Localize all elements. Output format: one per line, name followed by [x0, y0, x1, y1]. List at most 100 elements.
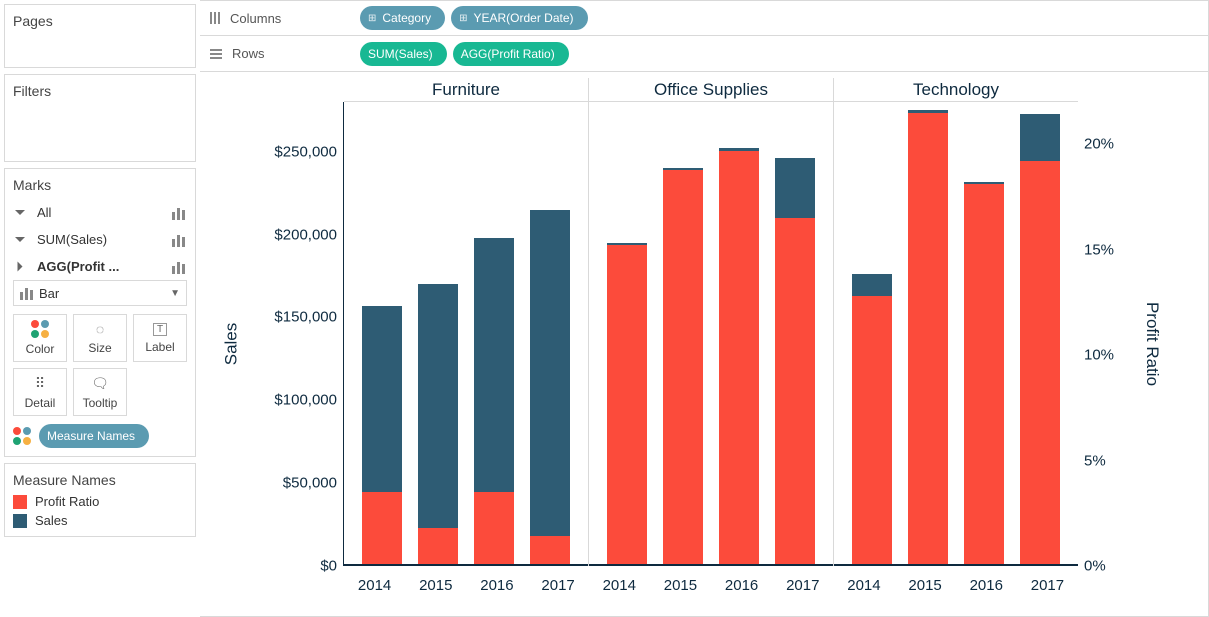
bar[interactable]: [362, 306, 401, 566]
marks-sumsales-row[interactable]: SUM(Sales): [13, 226, 187, 253]
bar[interactable]: [418, 284, 457, 566]
legend-swatch-red: [13, 495, 27, 509]
filters-shelf[interactable]: Filters: [4, 74, 196, 162]
marks-title: Marks: [13, 177, 187, 193]
marks-aggprofit-row[interactable]: AGG(Profit ...: [13, 253, 187, 280]
viz: Sales Profit Ratio FurnitureOffice Suppl…: [204, 78, 1198, 610]
y-right-tick: 15%: [1084, 241, 1114, 258]
pill-label: AGG(Profit Ratio): [461, 47, 555, 61]
chart-panel: [344, 102, 589, 566]
pages-shelf[interactable]: Pages: [4, 4, 196, 68]
color-cell[interactable]: Color: [13, 314, 67, 362]
rows-label: Rows: [232, 46, 265, 61]
pill-label: SUM(Sales): [368, 47, 433, 61]
bar-slot: [844, 102, 900, 566]
bar-icon: [172, 233, 185, 247]
bar-segment-sales: [775, 158, 814, 218]
marks-sumsales-label: SUM(Sales): [37, 232, 107, 247]
pill-year-orderdate[interactable]: ⊞ YEAR(Order Date): [451, 6, 587, 30]
x-tick-label: 2016: [466, 577, 527, 594]
legend-profit-row[interactable]: Profit Ratio: [13, 494, 187, 509]
bar-slot: [466, 102, 522, 566]
category-header[interactable]: Furniture: [344, 78, 589, 101]
tooltip-cell[interactable]: 🗨 Tooltip: [73, 368, 127, 416]
y-left-tick: $0: [320, 558, 337, 575]
y-axis-right[interactable]: 0%5%10%15%20%: [1078, 102, 1150, 566]
x-tick-label: 2015: [650, 577, 711, 594]
bar[interactable]: [530, 210, 569, 566]
bar-slot: [599, 102, 655, 566]
bar[interactable]: [852, 274, 891, 566]
columns-icon: [210, 12, 220, 24]
marks-aggprofit-label: AGG(Profit ...: [37, 259, 119, 274]
y-axis-left[interactable]: $0$50,000$100,000$150,000$200,000$250,00…: [240, 102, 344, 566]
tooltip-icon: 🗨: [91, 375, 109, 392]
x-tick-label: 2015: [895, 577, 956, 594]
bar-segment-sales: [362, 306, 401, 492]
y-left-tick: $100,000: [274, 392, 337, 409]
bar[interactable]: [1020, 114, 1059, 566]
bar-slot: [711, 102, 767, 566]
marks-all-label: All: [37, 205, 51, 220]
bar-segment-profit-ratio: [418, 528, 457, 566]
label-icon: T: [153, 323, 167, 336]
measure-names-pill[interactable]: Measure Names: [39, 424, 149, 448]
color-legend: Measure Names Profit Ratio Sales: [4, 463, 196, 537]
pill-label: YEAR(Order Date): [473, 11, 573, 25]
y-axis-left-title[interactable]: Sales: [221, 323, 241, 366]
x-tick-label: 2016: [956, 577, 1017, 594]
pill-sum-sales[interactable]: SUM(Sales): [360, 42, 447, 66]
y-right-tick: 10%: [1084, 347, 1114, 364]
bar[interactable]: [663, 168, 702, 566]
tableau-worksheet: Pages Filters Marks All SUM(Sales): [0, 0, 1209, 617]
y-left-tick: $150,000: [274, 309, 337, 326]
x-tick-label: 2017: [528, 577, 589, 594]
x-tick-label: 2014: [344, 577, 405, 594]
y-left-tick: $50,000: [283, 475, 337, 492]
size-icon: ◌: [96, 321, 104, 337]
bar-segment-sales: [530, 210, 569, 537]
color-label: Color: [26, 342, 55, 356]
rows-shelf[interactable]: Rows SUM(Sales) AGG(Profit Ratio): [200, 36, 1209, 72]
category-header[interactable]: Technology: [834, 78, 1078, 101]
bar-icon: [172, 260, 185, 274]
category-header[interactable]: Office Supplies: [589, 78, 834, 101]
mark-type-select[interactable]: Bar ▼: [13, 280, 187, 306]
columns-label: Columns: [230, 11, 281, 26]
chevron-down-icon: [15, 237, 25, 242]
legend-sales-row[interactable]: Sales: [13, 513, 187, 528]
bar-segment-profit-ratio: [530, 536, 569, 566]
pill-category[interactable]: ⊞ Category: [360, 6, 445, 30]
plus-icon: ⊞: [459, 13, 467, 24]
bar-segment-sales: [1020, 114, 1059, 161]
pill-label: Measure Names: [47, 429, 135, 443]
detail-icon: ⠿: [35, 375, 45, 392]
bar[interactable]: [908, 110, 947, 566]
color-encoding-pill-row: Measure Names: [13, 424, 187, 448]
chevron-down-icon: [15, 210, 25, 215]
bar[interactable]: [719, 148, 758, 566]
bar[interactable]: [775, 158, 814, 566]
bar-icon: [172, 206, 185, 220]
bar-slot: [655, 102, 711, 566]
columns-shelf[interactable]: Columns ⊞ Category ⊞ YEAR(Order Date): [200, 0, 1209, 36]
legend-swatch-blue: [13, 514, 27, 528]
bar[interactable]: [964, 182, 1003, 566]
detail-cell[interactable]: ⠿ Detail: [13, 368, 67, 416]
marks-all-row[interactable]: All: [13, 199, 187, 226]
x-tick-label: 2017: [772, 577, 833, 594]
rows-pills: SUM(Sales) AGG(Profit Ratio): [360, 42, 569, 66]
rows-icon: [210, 49, 222, 59]
x-tick-label: 2016: [711, 577, 772, 594]
bar[interactable]: [607, 243, 646, 566]
bar[interactable]: [474, 238, 513, 566]
bar-segment-sales: [474, 238, 513, 492]
x-tick-label: 2014: [589, 577, 650, 594]
label-cell[interactable]: T Label: [133, 314, 187, 362]
columns-shelf-label-area: Columns: [200, 11, 360, 26]
bar-slot: [767, 102, 823, 566]
size-cell[interactable]: ◌ Size: [73, 314, 127, 362]
y-right-tick: 20%: [1084, 136, 1114, 153]
filters-title: Filters: [13, 83, 187, 99]
pill-agg-profit-ratio[interactable]: AGG(Profit Ratio): [453, 42, 569, 66]
